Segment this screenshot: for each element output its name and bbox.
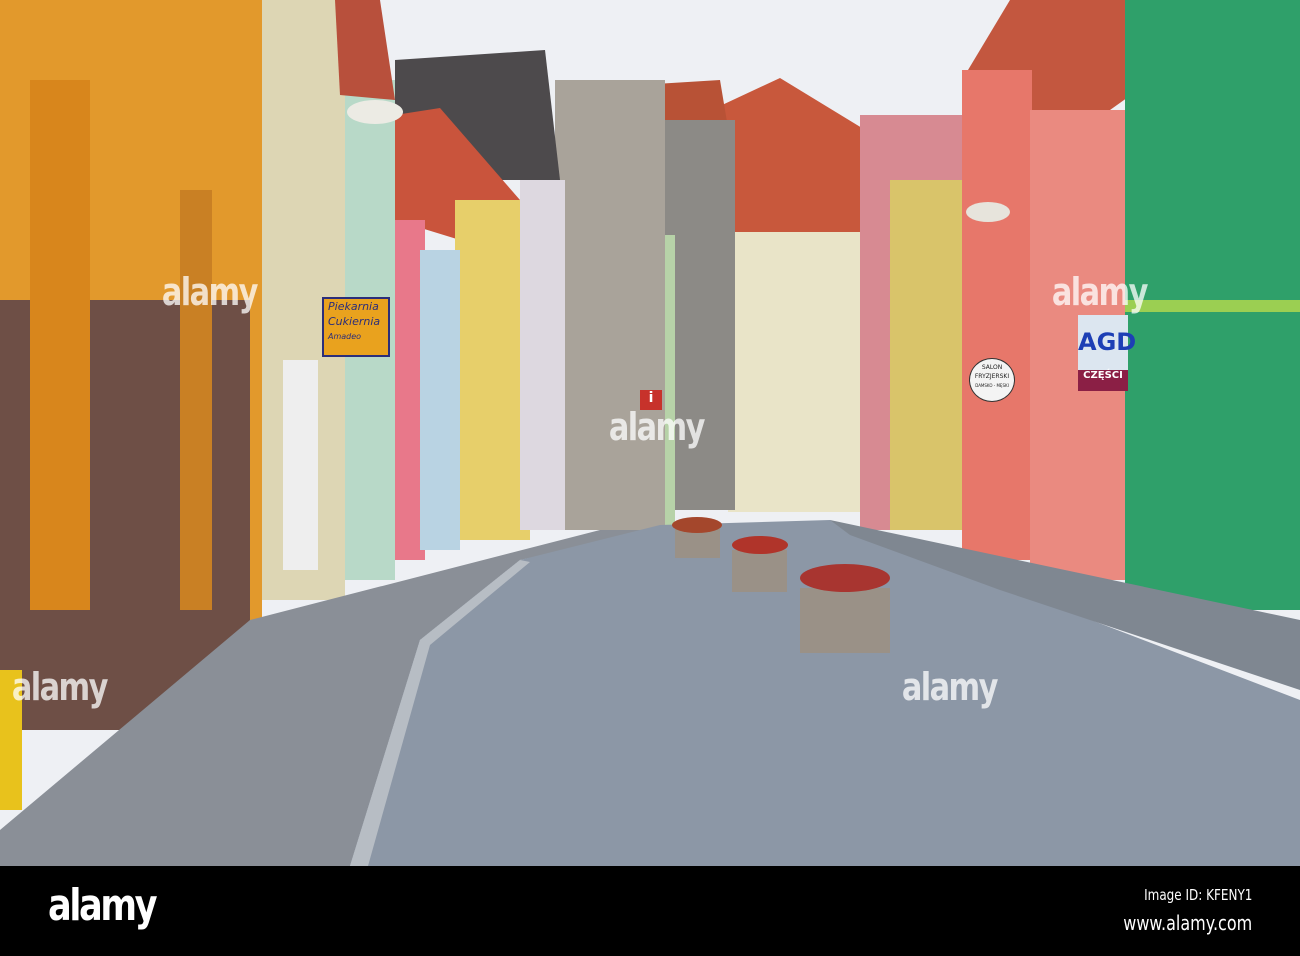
- watermark: alamy: [161, 270, 259, 314]
- street-lamp: [966, 202, 1010, 222]
- blue-house: [420, 250, 460, 550]
- white-house: [520, 180, 565, 530]
- doorway: [30, 80, 90, 610]
- salon-sign-line3: DAMSKO - MĘSKI: [975, 383, 1009, 388]
- planter: [732, 550, 787, 592]
- watermark-bar: alamy Image ID: KFENY1 www.alamy.com: [0, 866, 1300, 956]
- appliance-sign-sub: CZĘŚCI: [1083, 370, 1123, 381]
- appliance-sign: AGD CZĘŚCI: [1078, 315, 1136, 391]
- bakery-sign: Piekarnia Cukiernia Amadeo: [322, 297, 390, 357]
- yellow-right: [890, 180, 965, 530]
- watermark: alamy: [11, 665, 109, 709]
- doorway-2: [180, 190, 212, 610]
- site-url: www.alamy.com: [1123, 911, 1252, 935]
- image-id: Image ID: KFENY1: [1143, 886, 1252, 904]
- planter: [800, 588, 890, 653]
- salon-sign-line1: SALON: [981, 364, 1003, 371]
- salon-sign-line2: FRYZJERSKI: [974, 373, 1010, 380]
- flowers: [732, 536, 788, 554]
- appliance-sign-main: AGD: [1078, 315, 1136, 370]
- bakery-sign-line2: Cukiernia: [328, 315, 381, 328]
- bakery-sign-line3: Amadeo: [328, 332, 362, 341]
- grey-building: [665, 120, 735, 510]
- salon-sign: SALON FRYZJERSKI DAMSKO - MĘSKI: [969, 358, 1015, 402]
- watermark: alamy: [608, 405, 706, 449]
- flowers: [800, 564, 890, 592]
- flowers: [672, 517, 722, 533]
- center-building: [728, 232, 864, 512]
- yellow-house: [455, 200, 530, 540]
- alamy-logo: alamy: [48, 880, 158, 931]
- info-sign-text: i: [648, 390, 654, 406]
- street-lamp: [347, 100, 403, 124]
- green-base: [1125, 300, 1300, 312]
- watermark: alamy: [901, 665, 999, 709]
- tall-building: [555, 80, 665, 530]
- bakery-sign-line1: Piekarnia: [328, 300, 379, 313]
- salmon-house: [962, 70, 1032, 560]
- watermark: alamy: [1051, 270, 1149, 314]
- shutter: [283, 360, 318, 570]
- street-photo: Piekarnia Cukiernia Amadeo AGD CZĘŚCI SA…: [0, 0, 1300, 956]
